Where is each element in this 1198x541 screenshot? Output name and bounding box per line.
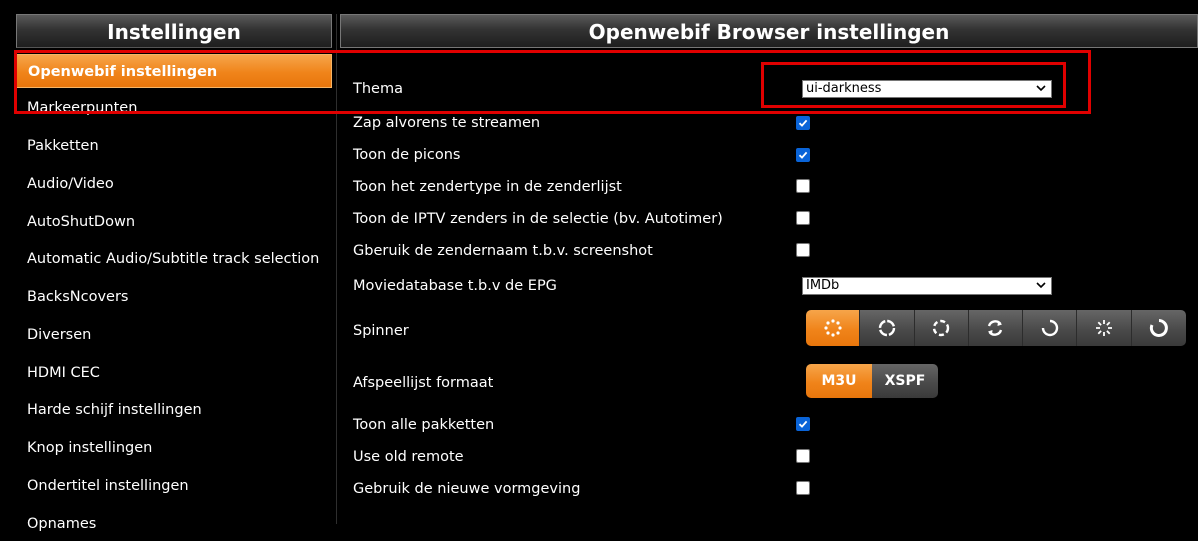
- sidebar-item-audio-video[interactable]: Audio/Video: [16, 167, 332, 201]
- zap-before-stream-label: Zap alvorens te streamen: [353, 115, 541, 131]
- spinner-option-ticks[interactable]: [1077, 310, 1132, 346]
- channel-name-screenshot-checkbox[interactable]: [796, 243, 810, 257]
- use-old-remote-label: Use old remote: [353, 449, 464, 465]
- show-channel-type-label: Toon het zendertype in de zenderlijst: [353, 179, 622, 195]
- spinner-ticks-icon: [1096, 320, 1113, 336]
- settings-main: Openwebif Browser instellingen Thema ui-…: [340, 14, 1198, 524]
- spinner-option-dots[interactable]: [806, 310, 861, 346]
- moviedb-select[interactable]: IMDb: [802, 277, 1052, 295]
- checkmark-icon: [798, 119, 808, 127]
- use-old-remote-checkbox[interactable]: [796, 449, 810, 463]
- spinner-dashed-ring-icon: [933, 319, 950, 337]
- spinner-option-dashed-ring[interactable]: [914, 310, 969, 346]
- page-title: Openwebif Browser instellingen: [340, 14, 1198, 48]
- theme-select-value: ui-darkness: [806, 81, 882, 96]
- panel-divider: [336, 14, 337, 524]
- sidebar-item-pakketten[interactable]: Pakketten: [16, 129, 332, 163]
- show-iptv-checkbox[interactable]: [796, 211, 810, 225]
- moviedb-label: Moviedatabase t.b.v de EPG: [353, 278, 557, 294]
- chevron-down-icon: [1036, 282, 1046, 289]
- spinner-option-ring[interactable]: [860, 310, 915, 346]
- settings-sidebar: Instellingen Openwebif instellingen Mark…: [16, 14, 332, 534]
- spinner-option-thin-arc[interactable]: [1131, 310, 1186, 346]
- show-all-packages-checkbox[interactable]: [796, 417, 810, 431]
- new-layout-checkbox[interactable]: [796, 481, 810, 495]
- sidebar-item-openwebif[interactable]: Openwebif instellingen: [16, 54, 332, 88]
- theme-label: Thema: [353, 81, 403, 97]
- zap-before-stream-checkbox[interactable]: [796, 116, 810, 130]
- theme-select[interactable]: ui-darkness: [802, 80, 1052, 98]
- spinner-dots-icon: [824, 319, 842, 337]
- spinner-label: Spinner: [353, 323, 409, 339]
- sidebar-item-backsncovers[interactable]: BacksNcovers: [16, 280, 332, 314]
- new-layout-label: Gebruik de nieuwe vormgeving: [353, 481, 581, 497]
- sidebar-item-autoshutdown[interactable]: AutoShutDown: [16, 205, 332, 239]
- show-channel-type-checkbox[interactable]: [796, 179, 810, 193]
- show-picons-label: Toon de picons: [353, 147, 461, 163]
- playlist-format-selector: M3U XSPF: [806, 364, 938, 398]
- playlist-option-xspf[interactable]: XSPF: [872, 364, 938, 398]
- playlist-option-m3u[interactable]: M3U: [806, 364, 872, 398]
- spinner-option-arrows[interactable]: [968, 310, 1024, 346]
- playlist-format-label: Afspeellijst formaat: [353, 375, 494, 391]
- show-all-packages-label: Toon alle pakketten: [353, 417, 495, 433]
- chevron-down-icon: [1036, 85, 1046, 92]
- sidebar-item-audio-subtitle[interactable]: Automatic Audio/Subtitle track selection: [16, 242, 332, 276]
- channel-name-screenshot-label: Gberuik de zendernaam t.b.v. screenshot: [353, 243, 653, 259]
- checkmark-icon: [798, 151, 808, 159]
- moviedb-select-value: IMDb: [806, 278, 840, 293]
- sidebar-item-markeerpunten[interactable]: Markeerpunten: [16, 91, 332, 125]
- sidebar-item-ondertitel[interactable]: Ondertitel instellingen: [16, 469, 332, 503]
- sidebar-item-opnames[interactable]: Opnames: [16, 507, 332, 541]
- show-iptv-label: Toon de IPTV zenders in de selectie (bv.…: [353, 211, 723, 227]
- show-picons-checkbox[interactable]: [796, 148, 810, 162]
- spinner-option-arc[interactable]: [1023, 310, 1078, 346]
- sidebar-item-hdmi-cec[interactable]: HDMI CEC: [16, 356, 332, 390]
- spinner-arc-icon: [1041, 319, 1058, 337]
- sidebar-title: Instellingen: [16, 14, 332, 48]
- checkmark-icon: [798, 420, 808, 428]
- spinner-ring-icon: [878, 319, 896, 337]
- spinner-thin-arc-icon: [1149, 319, 1168, 337]
- spinner-selector: [806, 310, 1186, 346]
- sidebar-item-knop[interactable]: Knop instellingen: [16, 431, 332, 465]
- spinner-arrows-icon: [988, 320, 1003, 336]
- sidebar-item-harde-schijf[interactable]: Harde schijf instellingen: [16, 393, 332, 427]
- sidebar-item-diversen[interactable]: Diversen: [16, 318, 332, 352]
